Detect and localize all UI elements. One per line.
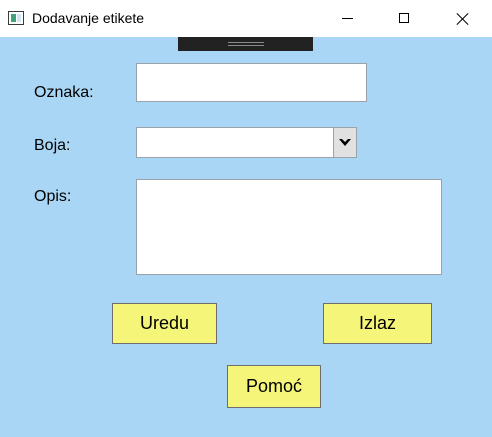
grip-line [228,42,264,43]
minimize-button[interactable] [324,0,370,37]
chevron-down-icon [339,139,351,146]
boja-dropdown[interactable] [136,127,357,158]
dialog-window: Dodavanje etikete Oznaka: Boja: Opis: Ur… [0,0,492,437]
app-window-icon [8,11,24,25]
drag-handle[interactable] [178,37,313,51]
grip-line [228,45,264,46]
close-button[interactable] [440,0,486,37]
maximize-button[interactable] [382,0,428,37]
dropdown-button[interactable] [333,128,356,157]
oznaka-input[interactable] [136,63,367,102]
oznaka-label: Oznaka: [34,84,94,101]
close-icon [456,12,469,25]
boja-label: Boja: [34,137,71,154]
pomoc-button[interactable]: Pomoć [227,365,321,408]
minimize-icon [342,18,353,19]
opis-textarea[interactable] [136,179,442,275]
window-title: Dodavanje etikete [32,10,145,26]
izlaz-button[interactable]: Izlaz [323,303,432,344]
maximize-icon [399,13,409,23]
title-bar[interactable]: Dodavanje etikete [0,0,492,37]
opis-label: Opis: [34,188,72,205]
uredu-button[interactable]: Uredu [112,303,217,344]
